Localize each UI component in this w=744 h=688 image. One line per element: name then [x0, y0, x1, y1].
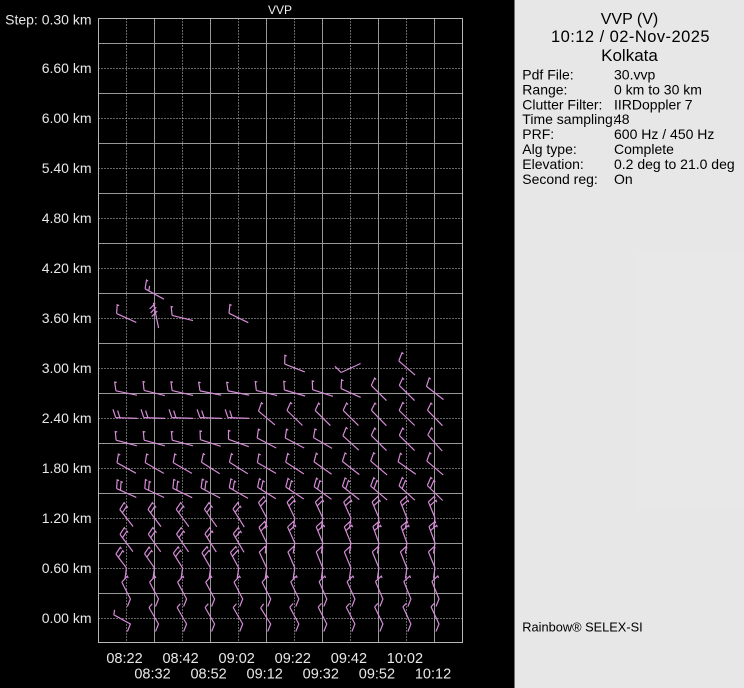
svg-text:Alg type:: Alg type: — [522, 141, 576, 157]
svg-text:Step: 0.30 km: Step: 0.30 km — [5, 12, 91, 28]
svg-text:08:52: 08:52 — [190, 667, 226, 683]
svg-text:09:42: 09:42 — [331, 651, 367, 667]
svg-text:0 km to 30 km: 0 km to 30 km — [614, 81, 702, 97]
svg-text:3.00 km: 3.00 km — [42, 360, 92, 376]
svg-text:4.20 km: 4.20 km — [42, 260, 92, 276]
svg-text:0.2 deg to 21.0 deg: 0.2 deg to 21.0 deg — [614, 156, 735, 172]
svg-text:On: On — [614, 171, 633, 187]
svg-text:6.60 km: 6.60 km — [42, 60, 92, 76]
svg-text:09:52: 09:52 — [359, 667, 395, 683]
svg-text:Complete: Complete — [614, 141, 674, 157]
svg-text:PRF:: PRF: — [522, 126, 554, 142]
svg-text:0.00 km: 0.00 km — [42, 610, 92, 626]
svg-text:2.40 km: 2.40 km — [42, 410, 92, 426]
svg-text:5.40 km: 5.40 km — [42, 160, 92, 176]
svg-text:Rainbow® SELEX-SI: Rainbow® SELEX-SI — [522, 620, 642, 635]
svg-text:600 Hz / 450 Hz: 600 Hz / 450 Hz — [614, 126, 714, 142]
svg-text:1.80 km: 1.80 km — [42, 460, 92, 476]
svg-text:10:02: 10:02 — [387, 651, 423, 667]
svg-text:48: 48 — [614, 111, 630, 127]
svg-text:10:12 / 02-Nov-2025: 10:12 / 02-Nov-2025 — [551, 28, 710, 46]
svg-text:09:22: 09:22 — [275, 651, 311, 667]
svg-text:Clutter Filter:: Clutter Filter: — [522, 96, 602, 112]
svg-text:Range:: Range: — [522, 81, 567, 97]
svg-text:Kolkata: Kolkata — [601, 46, 658, 65]
svg-text:08:32: 08:32 — [134, 667, 170, 683]
svg-text:VVP: VVP — [268, 3, 292, 17]
svg-text:3.60 km: 3.60 km — [42, 310, 92, 326]
svg-text:08:42: 08:42 — [162, 651, 198, 667]
svg-text:08:22: 08:22 — [106, 651, 142, 667]
svg-text:Time sampling:: Time sampling: — [522, 111, 616, 127]
svg-text:09:02: 09:02 — [219, 651, 255, 667]
svg-text:Second reg:: Second reg: — [522, 171, 598, 187]
svg-text:09:32: 09:32 — [303, 667, 339, 683]
svg-text:Elevation:: Elevation: — [522, 156, 583, 172]
svg-text:09:12: 09:12 — [247, 667, 283, 683]
svg-text:30.vvp: 30.vvp — [614, 67, 655, 83]
svg-text:IIRDoppler 7: IIRDoppler 7 — [614, 96, 693, 112]
svg-text:6.00 km: 6.00 km — [42, 110, 92, 126]
svg-text:VVP (V): VVP (V) — [601, 11, 659, 28]
svg-text:0.60 km: 0.60 km — [42, 560, 92, 576]
svg-text:1.20 km: 1.20 km — [42, 510, 92, 526]
svg-text:Pdf File:: Pdf File: — [522, 67, 573, 83]
svg-text:4.80 km: 4.80 km — [42, 210, 92, 226]
svg-text:10:12: 10:12 — [415, 667, 451, 683]
